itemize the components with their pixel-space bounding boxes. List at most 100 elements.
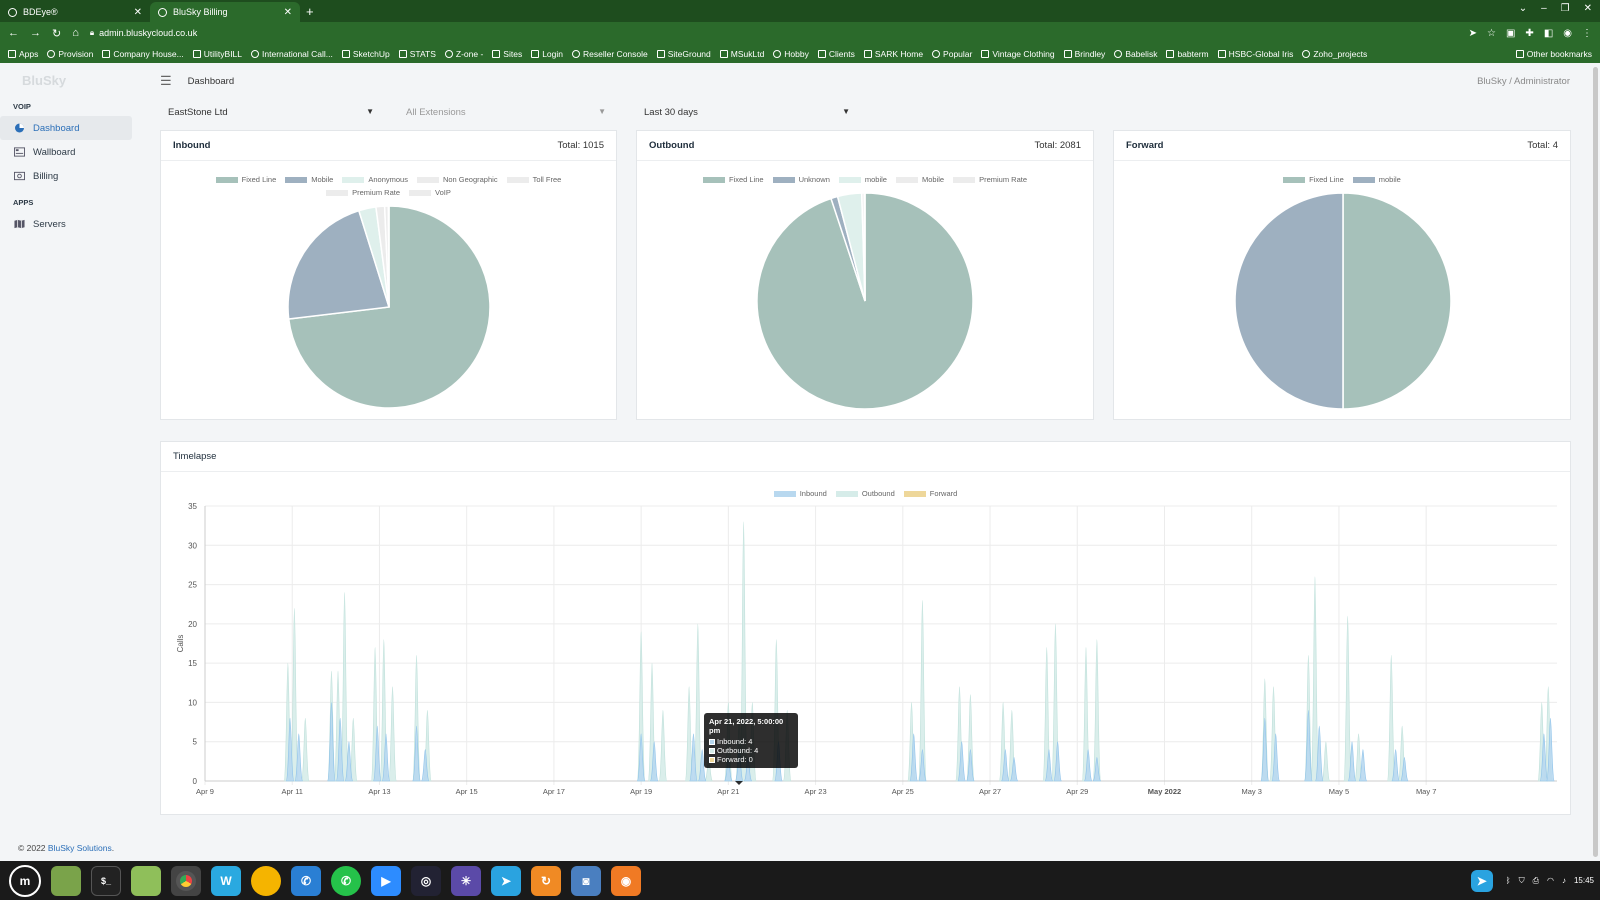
new-tab-button[interactable]: +: [300, 2, 320, 22]
shield-icon[interactable]: ⛉: [1519, 876, 1525, 886]
extension-k-icon[interactable]: ▣: [1506, 28, 1515, 39]
area-peak[interactable]: [658, 709, 668, 782]
bookmark-item[interactable]: Clients: [817, 49, 855, 59]
area-peak[interactable]: [1387, 654, 1396, 782]
reload-icon[interactable]: ↻: [52, 27, 61, 40]
pie-slice-mobile[interactable]: [1234, 192, 1344, 410]
back-icon[interactable]: ←: [8, 27, 19, 39]
other-bookmarks[interactable]: Other bookmarks: [1515, 49, 1592, 59]
bookmark-item[interactable]: Login: [531, 49, 563, 59]
extensions-puzzle-icon[interactable]: ✚: [1525, 28, 1533, 39]
bookmark-item[interactable]: MSukLtd: [719, 49, 764, 59]
desktop-icon[interactable]: [51, 865, 81, 896]
tab-search-icon[interactable]: ⌄: [1519, 3, 1527, 14]
sidepanel-icon[interactable]: ◧: [1544, 28, 1553, 39]
bookmark-item[interactable]: HSBC-Global Iris: [1217, 48, 1294, 59]
bookmark-item[interactable]: SiteGround: [656, 49, 711, 59]
vpn-icon[interactable]: ◎: [411, 865, 441, 896]
sidebar-item-wallboard[interactable]: Wallboard: [0, 140, 132, 164]
bookmark-label: HSBC-Global Iris: [1228, 48, 1294, 59]
extensions-select[interactable]: All Extensions ▼: [406, 107, 606, 118]
app-logo[interactable]: BluSky: [0, 63, 140, 98]
outbound-pie-chart[interactable]: [637, 161, 1095, 421]
network-app-icon[interactable]: ✳: [451, 865, 481, 896]
pie-slice-premium-rate[interactable]: [863, 192, 866, 302]
user-menu[interactable]: BluSky / Administrator: [1477, 76, 1570, 87]
url-field[interactable]: admin.bluskycloud.co.uk: [99, 28, 197, 38]
sync-icon[interactable]: ↻: [531, 865, 561, 896]
area-peak[interactable]: [1343, 615, 1352, 782]
bookmark-item[interactable]: Brindley: [1063, 49, 1105, 59]
forward-pie-chart[interactable]: [1114, 161, 1572, 421]
bookmark-item[interactable]: Apps: [8, 49, 38, 59]
telegram-tray-icon[interactable]: ➤: [1470, 869, 1493, 892]
bookmark-item[interactable]: STATS: [398, 49, 436, 59]
browser-tab-blusky-billing[interactable]: BluSky Billing ✕: [150, 2, 300, 22]
area-peak[interactable]: [1321, 741, 1331, 782]
bookmark-star-icon[interactable]: ☆: [1487, 28, 1496, 39]
webstorm-icon[interactable]: W: [211, 865, 241, 896]
home-icon[interactable]: ⌂: [72, 27, 79, 39]
whatsapp-icon[interactable]: ✆: [331, 865, 361, 896]
hamburger-menu-icon[interactable]: ☰: [160, 73, 172, 89]
bookmark-item[interactable]: Vintage Clothing: [981, 49, 1055, 59]
bookmark-item[interactable]: babterm: [1166, 49, 1209, 59]
company-select[interactable]: EastStone Ltd ▼: [168, 107, 374, 118]
scrollbar-thumb[interactable]: [1593, 67, 1598, 857]
blender-icon[interactable]: ◉: [611, 865, 641, 896]
close-tab-icon[interactable]: ✕: [284, 7, 292, 18]
bookmark-item[interactable]: Reseller Console: [572, 49, 648, 59]
close-tab-icon[interactable]: ✕: [134, 7, 142, 18]
bookmark-item[interactable]: Zoho_projects: [1302, 49, 1367, 59]
wifi-icon[interactable]: ◠: [1547, 876, 1554, 885]
footer-link[interactable]: BluSky Solutions: [48, 843, 112, 853]
bookmark-item[interactable]: Hobby: [773, 49, 809, 59]
inbound-pie-chart[interactable]: [161, 161, 618, 421]
telegram-icon[interactable]: ➤: [491, 865, 521, 896]
bookmark-item[interactable]: UtilityBILL: [192, 49, 242, 59]
bookmark-item[interactable]: Company House...: [102, 49, 184, 59]
area-peak[interactable]: [388, 686, 397, 782]
bookmark-item[interactable]: SARK Home: [863, 49, 923, 59]
timelapse-area-chart[interactable]: 0 5 10 15 20 25 30 35 Apr 9 Apr 11 Apr 13 Apr 15 Apr…: [161, 472, 1572, 816]
bookmark-item[interactable]: SketchUp: [341, 49, 390, 59]
phone-icon[interactable]: ✆: [291, 865, 321, 896]
bookmark-item[interactable]: Sites: [492, 49, 522, 59]
pie-slice-fixed-line[interactable]: [1342, 192, 1452, 410]
bookmark-item[interactable]: International Call...: [251, 49, 333, 59]
printer-icon[interactable]: ⎙: [1533, 876, 1539, 886]
screenshot-icon[interactable]: ◙: [571, 865, 601, 896]
page-scrollbar[interactable]: [1590, 63, 1600, 861]
period-select[interactable]: Last 30 days ▼: [644, 107, 850, 118]
bluetooth-icon[interactable]: ᛒ: [1506, 876, 1511, 885]
zoom-icon[interactable]: ▶: [371, 865, 401, 896]
restore-icon[interactable]: ❐: [1561, 3, 1570, 14]
area-peak[interactable]: [1260, 717, 1270, 782]
bookmark-item[interactable]: Babelisk: [1114, 49, 1157, 59]
mint-menu-icon[interactable]: m: [9, 864, 41, 897]
clock-icon[interactable]: 15:45: [1574, 876, 1594, 885]
terminal-icon[interactable]: $_: [91, 865, 121, 896]
volume-icon[interactable]: ♪: [1562, 876, 1566, 885]
browser-tab-bdeye[interactable]: BDEye® ✕: [0, 2, 150, 22]
backup-icon[interactable]: [251, 865, 281, 896]
menu-kebab-icon[interactable]: ⋮: [1582, 28, 1592, 39]
chrome-icon[interactable]: [171, 865, 201, 896]
forward-icon[interactable]: →: [30, 27, 41, 39]
send-icon[interactable]: ➤: [1469, 28, 1477, 39]
minimize-icon[interactable]: –: [1541, 3, 1547, 14]
sidebar-item-billing[interactable]: Billing: [0, 164, 132, 188]
sidebar-item-servers[interactable]: Servers: [0, 212, 132, 236]
bookmark-item[interactable]: Z-one -: [444, 49, 483, 59]
area-peak[interactable]: [966, 749, 975, 782]
area-peak[interactable]: [301, 717, 310, 782]
close-window-icon[interactable]: ✕: [1584, 3, 1592, 14]
files-icon[interactable]: [131, 865, 161, 896]
sidebar-item-dashboard[interactable]: Dashboard: [0, 116, 132, 140]
bookmark-item[interactable]: Provision: [47, 49, 93, 59]
pie-slice-premium-rate[interactable]: [387, 205, 390, 308]
profile-avatar-icon[interactable]: ◉: [1563, 28, 1572, 39]
area-peak[interactable]: [1304, 709, 1313, 782]
area-peak[interactable]: [412, 725, 421, 782]
bookmark-item[interactable]: Popular: [932, 49, 972, 59]
